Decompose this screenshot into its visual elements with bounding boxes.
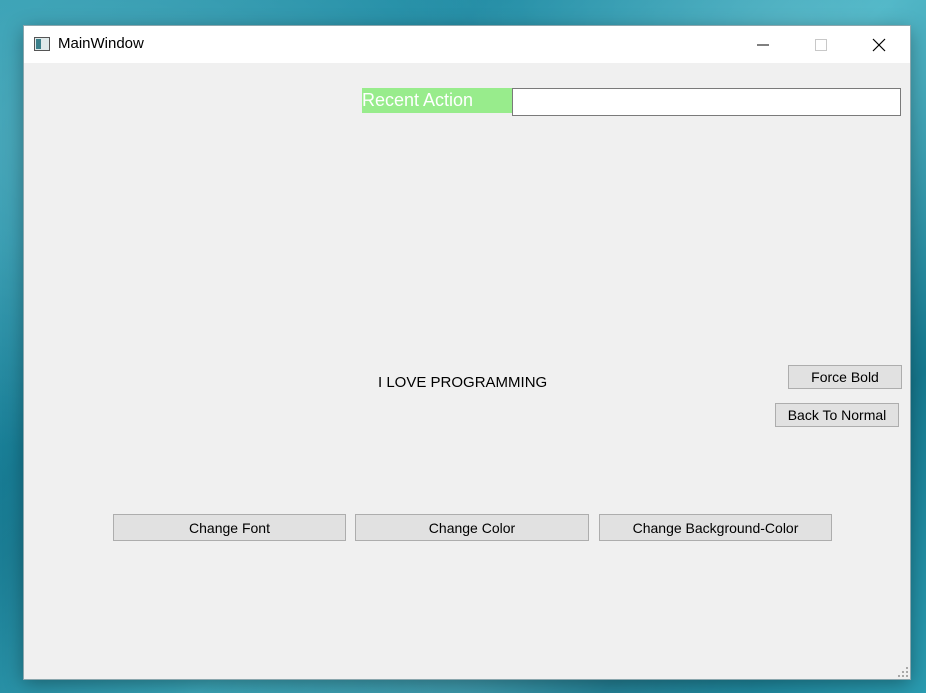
change-background-color-button[interactable]: Change Background-Color xyxy=(599,514,832,541)
app-window-icon xyxy=(34,37,50,51)
force-bold-button[interactable]: Force Bold xyxy=(788,365,902,389)
display-text: I LOVE PROGRAMMING xyxy=(378,374,548,391)
recent-action-input[interactable] xyxy=(512,88,901,116)
window-content: Recent Action I LOVE PROGRAMMING Force B… xyxy=(24,63,910,679)
resize-grip-icon[interactable] xyxy=(897,666,908,677)
recent-action-label: Recent Action xyxy=(362,88,512,113)
back-to-normal-button[interactable]: Back To Normal xyxy=(775,403,899,427)
maximize-button[interactable] xyxy=(792,26,850,63)
close-button[interactable] xyxy=(850,26,908,63)
close-icon xyxy=(872,38,886,51)
window-title: MainWindow xyxy=(58,35,144,52)
title-bar[interactable]: MainWindow xyxy=(24,26,910,63)
minimize-icon xyxy=(757,44,769,45)
main-window: MainWindow Recent Action I LOVE PROGRAMM… xyxy=(24,26,910,679)
change-font-button[interactable]: Change Font xyxy=(113,514,346,541)
change-color-button[interactable]: Change Color xyxy=(355,514,589,541)
maximize-icon xyxy=(815,38,827,51)
minimize-button[interactable] xyxy=(734,26,792,63)
